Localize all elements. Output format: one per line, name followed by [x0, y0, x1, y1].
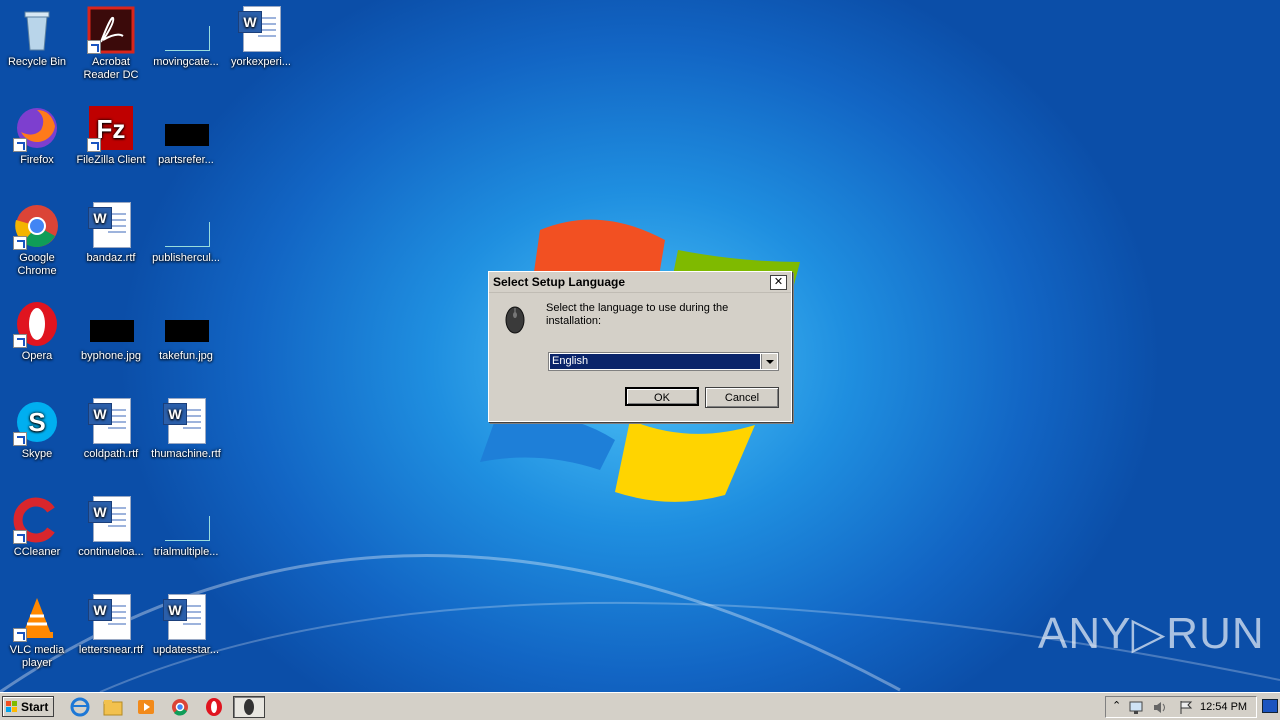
language-select-value: English	[550, 354, 760, 369]
word-doc-icon[interactable]: W updatesstar...	[149, 588, 223, 657]
chrome-taskbar-icon[interactable]	[169, 697, 191, 717]
clock[interactable]: 12:54 PM	[1200, 697, 1247, 717]
file-explorer-icon[interactable]	[102, 697, 124, 717]
word-doc-icon[interactable]: W lettersnear.rtf	[74, 588, 148, 657]
anyrun-watermark: ANY▷RUN	[1038, 609, 1265, 658]
skype-icon[interactable]: S Skype	[0, 392, 74, 461]
shortcut-arrow-icon	[13, 432, 27, 446]
google-chrome-icon[interactable]: Google Chrome	[0, 196, 74, 278]
start-label: Start	[21, 700, 49, 714]
setup-task-button[interactable]	[233, 696, 265, 718]
show-desktop-button[interactable]	[1262, 699, 1278, 713]
dialog-title: Select Setup Language	[489, 272, 791, 293]
chevron-down-icon[interactable]	[761, 354, 777, 369]
shortcut-arrow-icon	[13, 236, 27, 250]
image-thumbnail-icon[interactable]: movingcate...	[149, 0, 223, 69]
acrobat-reader-icon[interactable]: Acrobat Reader DC	[74, 0, 148, 82]
word-doc-icon[interactable]: W continueloa...	[74, 490, 148, 559]
vlc-icon[interactable]: VLC media player	[0, 588, 74, 670]
firefox-icon[interactable]: Firefox	[0, 98, 74, 167]
word-doc-icon[interactable]: W yorkexperi...	[224, 0, 298, 69]
shortcut-arrow-icon	[87, 40, 101, 54]
shortcut-arrow-icon	[13, 138, 27, 152]
media-player-icon[interactable]	[135, 697, 157, 717]
shortcut-arrow-icon	[87, 138, 101, 152]
recycle-bin-icon[interactable]: Recycle Bin	[0, 0, 74, 69]
image-thumbnail-icon[interactable]: trialmultiple...	[149, 490, 223, 559]
ok-button[interactable]: OK	[625, 387, 699, 406]
volume-icon[interactable]	[1152, 700, 1168, 715]
shortcut-arrow-icon	[13, 628, 27, 642]
filezilla-icon[interactable]: Fz FileZilla Client	[74, 98, 148, 167]
opera-icon[interactable]: Opera	[0, 294, 74, 363]
shortcut-arrow-icon	[13, 334, 27, 348]
taskbar: Start ⌃ 12:54 PM	[0, 692, 1280, 720]
cancel-button[interactable]: Cancel	[705, 387, 779, 408]
word-doc-icon[interactable]: W bandaz.rtf	[74, 196, 148, 265]
action-center-flag-icon[interactable]	[1178, 700, 1194, 715]
close-button[interactable]: ✕	[770, 275, 787, 290]
word-doc-icon[interactable]: W coldpath.rtf	[74, 392, 148, 461]
setup-mouse-icon	[244, 699, 254, 715]
start-button[interactable]: Start	[2, 696, 54, 717]
network-icon[interactable]	[1128, 700, 1146, 715]
internet-explorer-icon[interactable]	[69, 697, 91, 717]
shortcut-arrow-icon	[13, 530, 27, 544]
image-thumbnail-icon[interactable]: partsrefer...	[149, 98, 223, 167]
desktop[interactable]: Recycle Bin Firefox Google Chrome Opera …	[0, 0, 1280, 692]
language-select[interactable]: English	[548, 352, 779, 371]
word-doc-icon[interactable]: W thumachine.rtf	[149, 392, 223, 461]
windows-flag-icon	[6, 701, 17, 712]
setup-mouse-icon	[504, 305, 526, 335]
opera-taskbar-icon[interactable]	[203, 697, 225, 717]
image-thumbnail-icon[interactable]: publishercul...	[149, 196, 223, 265]
ccleaner-icon[interactable]: CCleaner	[0, 490, 74, 559]
select-setup-language-dialog: Select Setup Language ✕ Select the langu…	[488, 271, 792, 422]
image-thumbnail-icon[interactable]: takefun.jpg	[149, 294, 223, 363]
dialog-message: Select the language to use during the in…	[546, 302, 729, 327]
svg-text:S: S	[28, 407, 45, 437]
chevron-up-icon[interactable]: ⌃	[1112, 699, 1121, 712]
image-thumbnail-icon[interactable]: byphone.jpg	[74, 294, 148, 363]
